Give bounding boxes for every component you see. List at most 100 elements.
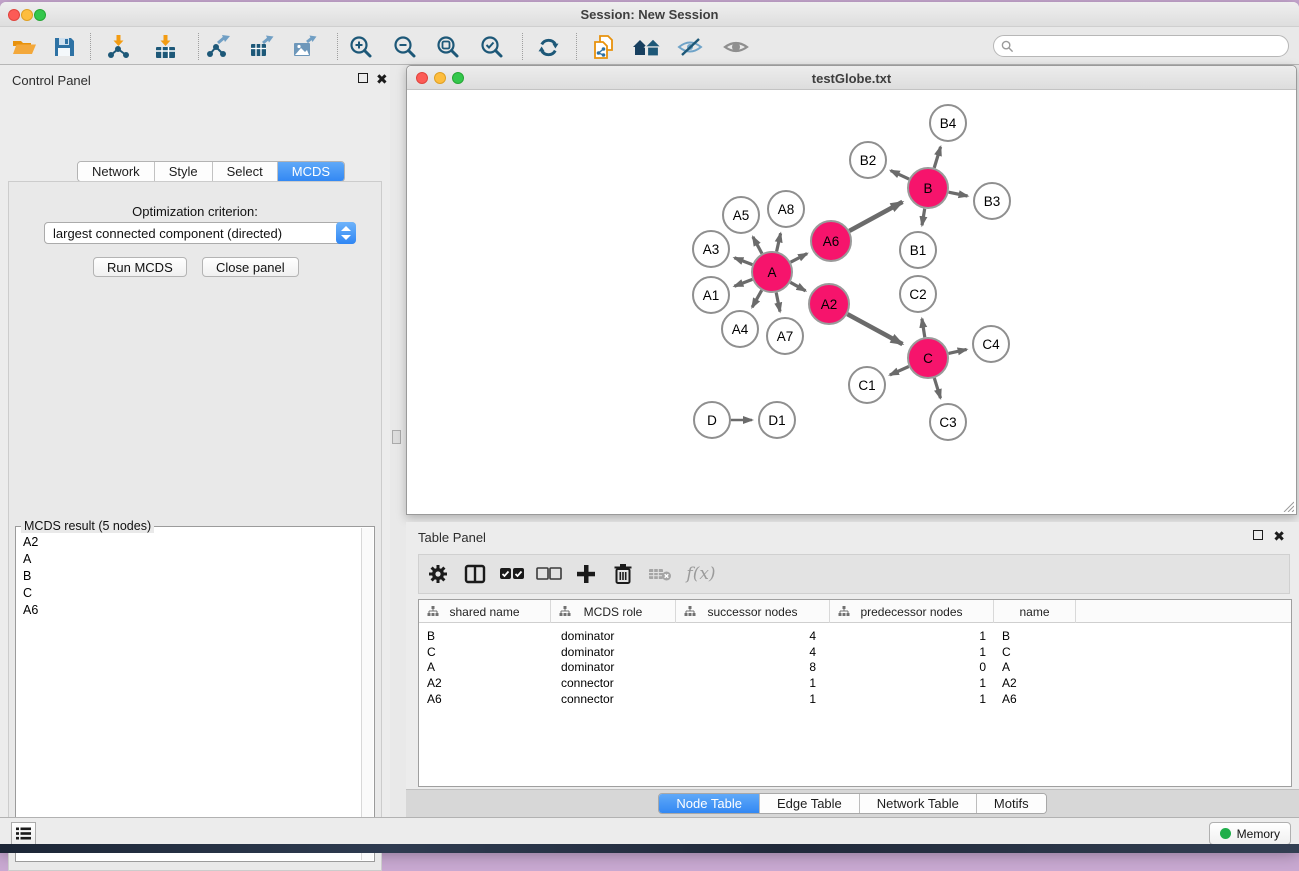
column-header-mcds-role[interactable]: MCDS role	[551, 600, 676, 623]
hide-selected-button[interactable]	[672, 32, 708, 62]
float-panel-icon[interactable]	[1253, 530, 1263, 542]
graph-node-B[interactable]: B	[907, 167, 949, 209]
graph-node-A3[interactable]: A3	[692, 230, 730, 268]
table-options-button[interactable]	[419, 558, 456, 590]
list-icon	[16, 827, 31, 840]
toolbar-separator	[198, 33, 199, 60]
network-view-window: testGlobe.txt	[406, 65, 1297, 515]
optimization-criterion-label: Optimization criterion:	[9, 204, 381, 219]
import-table-button[interactable]	[147, 32, 183, 62]
tab-node-table[interactable]: Node Table	[659, 794, 760, 813]
graph-node-B3[interactable]: B3	[973, 182, 1011, 220]
graph-node-A2[interactable]: A2	[808, 283, 850, 325]
graph-edge	[949, 349, 967, 353]
save-session-button[interactable]	[46, 32, 82, 62]
deselect-all-rows-button[interactable]	[530, 558, 567, 590]
close-panel-icon[interactable]: ✖	[1273, 530, 1285, 542]
memory-button[interactable]: Memory	[1209, 822, 1291, 845]
list-item[interactable]: A2	[17, 533, 361, 550]
zoom-fit-button[interactable]	[430, 32, 466, 62]
zoom-in-button[interactable]	[343, 32, 379, 62]
graph-node-A5[interactable]: A5	[722, 196, 760, 234]
apply-layout-button[interactable]	[530, 32, 566, 62]
task-history-button[interactable]	[11, 822, 36, 845]
export-table-button[interactable]	[243, 32, 279, 62]
graph-node-A1[interactable]: A1	[692, 276, 730, 314]
graph-node-A6[interactable]: A6	[810, 220, 852, 262]
delete-columns-button[interactable]	[604, 558, 641, 590]
graph-edge	[847, 314, 902, 344]
first-neighbors-button[interactable]	[629, 32, 665, 62]
import-network-button[interactable]	[100, 32, 136, 62]
graph-node-A4[interactable]: A4	[721, 310, 759, 348]
control-panel-tabs: Network Style Select MCDS	[77, 161, 345, 182]
table-row[interactable]: C dominator 4 1 C	[419, 644, 1291, 660]
list-item[interactable]: B	[17, 567, 361, 584]
network-window-title: testGlobe.txt	[407, 71, 1296, 86]
list-item[interactable]: C	[17, 584, 361, 601]
new-network-from-selection-button[interactable]	[586, 32, 622, 62]
graph-node-A7[interactable]: A7	[766, 317, 804, 355]
search-field[interactable]	[993, 35, 1289, 57]
graph-node-C4[interactable]: C4	[972, 325, 1010, 363]
network-canvas[interactable]: B4 B2 B B3 A5 A8 A6 A3 B1 A C2 A1 A2 A4 …	[407, 90, 1296, 514]
table-row[interactable]: A6 connector 1 1 A6	[419, 691, 1291, 707]
graph-edge	[753, 237, 762, 254]
zoom-selected-button[interactable]	[474, 32, 510, 62]
list-item[interactable]: A	[17, 550, 361, 567]
window-title: Session: New Session	[0, 7, 1299, 22]
desktop-wallpaper-strip	[0, 844, 1299, 853]
add-column-button[interactable]	[567, 558, 604, 590]
function-builder-button[interactable]: f(x)	[678, 558, 724, 590]
graph-node-C2[interactable]: C2	[899, 275, 937, 313]
column-header-name[interactable]: name	[994, 600, 1076, 623]
export-network-button[interactable]	[200, 32, 236, 62]
tab-select[interactable]: Select	[213, 162, 278, 181]
column-visibility-button[interactable]	[456, 558, 493, 590]
table-toolbar: f(x)	[418, 554, 1290, 594]
column-header-successor-nodes[interactable]: successor nodes	[676, 600, 830, 623]
float-panel-icon[interactable]	[358, 73, 368, 85]
run-mcds-button[interactable]: Run MCDS	[93, 257, 187, 277]
list-item[interactable]: A6	[17, 601, 361, 618]
graph-node-C3[interactable]: C3	[929, 403, 967, 441]
graph-edge	[934, 378, 940, 398]
tab-mcds[interactable]: MCDS	[278, 162, 344, 181]
toolbar-separator	[522, 33, 523, 60]
export-image-button[interactable]	[286, 32, 322, 62]
optimization-criterion-select[interactable]: largest connected component (directed)	[44, 222, 356, 244]
tab-edge-table[interactable]: Edge Table	[760, 794, 860, 813]
graph-node-A[interactable]: A	[751, 251, 793, 293]
select-all-rows-button[interactable]	[493, 558, 530, 590]
graph-node-B1[interactable]: B1	[899, 231, 937, 269]
columns-icon	[464, 563, 486, 585]
table-row[interactable]: A dominator 8 0 A	[419, 659, 1291, 675]
search-input[interactable]	[1018, 39, 1288, 53]
graph-node-C1[interactable]: C1	[848, 366, 886, 404]
show-all-button[interactable]	[718, 32, 754, 62]
table-row[interactable]: B dominator 4 1 B	[419, 628, 1291, 644]
tab-motifs[interactable]: Motifs	[977, 794, 1046, 813]
graph-node-B2[interactable]: B2	[849, 141, 887, 179]
list-scrollbar[interactable]	[361, 528, 373, 860]
graph-node-D1[interactable]: D1	[758, 401, 796, 439]
graph-node-A8[interactable]: A8	[767, 190, 805, 228]
tab-network-table[interactable]: Network Table	[860, 794, 977, 813]
close-panel-icon[interactable]: ✖	[376, 73, 388, 85]
delete-table-button[interactable]	[641, 558, 678, 590]
graph-node-C[interactable]: C	[907, 337, 949, 379]
table-row[interactable]: A2 connector 1 1 A2	[419, 675, 1291, 691]
column-header-shared-name[interactable]: shared name	[419, 600, 551, 623]
eye-icon	[722, 35, 750, 59]
resize-grip-icon[interactable]	[1282, 500, 1294, 512]
open-file-button[interactable]	[6, 32, 42, 62]
close-panel-button[interactable]: Close panel	[202, 257, 299, 277]
tab-network[interactable]: Network	[78, 162, 155, 181]
zoom-out-button[interactable]	[387, 32, 423, 62]
mcds-result-list[interactable]: A2 A B C A6	[17, 533, 361, 860]
column-header-predecessor-nodes[interactable]: predecessor nodes	[830, 600, 994, 623]
tab-style[interactable]: Style	[155, 162, 213, 181]
graph-node-B4[interactable]: B4	[929, 104, 967, 142]
graph-node-D[interactable]: D	[693, 401, 731, 439]
splitter-handle[interactable]	[392, 430, 401, 444]
